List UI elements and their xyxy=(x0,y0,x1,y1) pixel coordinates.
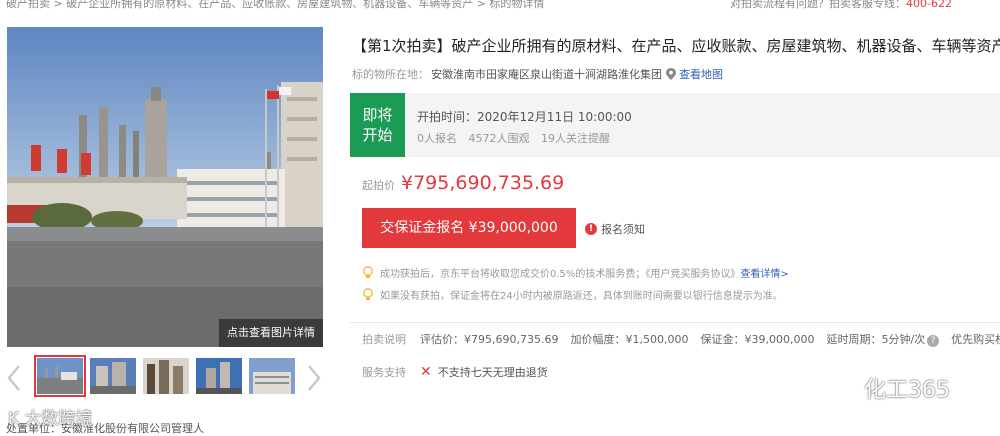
service-label: 服务支持 xyxy=(362,366,406,379)
auction-stats: 0人报名 4572人围观 19人关注提醒 xyxy=(417,130,618,146)
start-time: 开拍时间：2020年12月11日 10:00:00 xyxy=(417,110,632,124)
signup-notice-link[interactable]: ! 报名须知 xyxy=(585,221,645,237)
wechat-watermark: 化工365 xyxy=(820,372,950,404)
rules-label: 拍卖说明 xyxy=(362,333,406,346)
bid-increment: 加价幅度：¥1,500,000 xyxy=(570,333,689,346)
breadcrumb[interactable]: 破产拍卖 > 破产企业所拥有的原材料、在产品、应收账款、房屋建筑物、机器设备、车… xyxy=(6,0,544,10)
price-label: 起拍价 xyxy=(362,179,395,192)
thumbnail-strip xyxy=(6,355,326,402)
top-bar: 破产拍卖 > 破产企业所拥有的原材料、在产品、应收账款、房屋建筑物、机器设备、车… xyxy=(0,0,1000,10)
help-phone: 400-622 xyxy=(906,0,952,10)
thumbnail-5[interactable] xyxy=(249,358,295,394)
signup-count: 0人报名 xyxy=(417,132,457,145)
lightbulb-icon xyxy=(362,266,374,279)
status-badge-line1: 即将 xyxy=(362,106,393,124)
thumbnail-2[interactable] xyxy=(90,358,136,394)
notice-label: 报名须知 xyxy=(601,223,645,236)
prev-arrow-icon[interactable] xyxy=(6,364,22,392)
help-text: 对拍卖流程有问题？拍卖客服专线： xyxy=(730,0,906,10)
divider xyxy=(350,322,1000,323)
cross-icon: ✕ xyxy=(420,364,432,380)
deposit-amount: 保证金：¥39,000,000 xyxy=(700,333,815,346)
next-arrow-icon[interactable] xyxy=(306,364,322,392)
tip-deposit-refund: 如果没有获拍，保证金将在24小时内被原路返还，具体到账时间需要以银行信息提示为准… xyxy=(362,287,783,302)
location-value: 安徽淮南市田家庵区泉山街道十涧湖路淮化集团 xyxy=(431,68,662,81)
tip2-text: 如果没有获拍，保证金将在24小时内被原路返还，具体到账时间需要以银行信息提示为准… xyxy=(380,291,783,302)
alert-icon: ! xyxy=(585,223,597,235)
delay-text: 延时周期：5分钟/次 xyxy=(826,333,926,346)
main-photo[interactable]: 点击查看图片详情 xyxy=(7,27,323,347)
starting-price: 起拍价 ¥795,690,735.69 xyxy=(362,172,564,194)
thumbnail-3[interactable] xyxy=(143,358,189,394)
tip-service-fee: 成功获拍后，京东平台将收取您成交价0.5%的技术服务费；《用户竞买服务协议》 查… xyxy=(362,265,789,280)
priority-purchase: 优先购买权 xyxy=(951,333,1000,346)
thumbnail-1[interactable] xyxy=(34,355,86,397)
watermark-text: 化工365 xyxy=(864,378,950,403)
view-map-link[interactable]: 查看地图 xyxy=(679,66,723,82)
service-support: 服务支持 ✕ 不支持七天无理由退货 xyxy=(362,364,548,380)
delay-period: 延时周期：5分钟/次? xyxy=(826,331,940,347)
location-label: 标的物所在地： xyxy=(352,68,429,81)
view-details-link[interactable]: 查看详情> xyxy=(740,265,788,280)
thumbnail-4[interactable] xyxy=(196,358,242,394)
appraisal-price: 评估价：¥795,690,735.69 xyxy=(420,333,559,346)
auction-status-panel: 即将 开始 开拍时间：2020年12月11日 10:00:00 0人报名 457… xyxy=(350,93,1000,157)
deposit-signup-button[interactable]: 交保证金报名 ¥39,000,000 xyxy=(362,208,576,248)
status-badge-line2: 开始 xyxy=(362,126,393,144)
view-count: 4572人围观 xyxy=(468,132,530,145)
no-return-text: 不支持七天无理由退货 xyxy=(437,366,548,379)
auction-title: 【第1次拍卖】破产企业所拥有的原材料、在产品、应收账款、房屋建筑物、机器设备、车… xyxy=(352,37,1000,55)
reminder-count: 19人关注提醒 xyxy=(541,132,610,145)
item-location: 标的物所在地： 安徽淮南市田家庵区泉山街道十涧湖路淮化集团 查看地图 xyxy=(352,66,723,82)
wechat-icon xyxy=(820,375,855,400)
tip1-text: 成功获拍后，京东平台将收取您成交价0.5%的技术服务费；《用户竞买服务协议》 xyxy=(380,269,741,280)
status-badge: 即将 开始 xyxy=(350,93,405,157)
view-photo-details[interactable]: 点击查看图片详情 xyxy=(219,319,323,347)
lightbulb-icon xyxy=(362,288,374,301)
auction-rules: 拍卖说明 评估价：¥795,690,735.69 加价幅度：¥1,500,000… xyxy=(362,331,1000,347)
price-value: ¥795,690,735.69 xyxy=(401,172,565,194)
map-pin-icon xyxy=(666,68,676,80)
help-icon[interactable]: ? xyxy=(927,335,940,347)
watermark-logo: K 大数跨境 xyxy=(8,409,93,429)
factory-photo xyxy=(7,27,323,347)
help-hotline: 对拍卖流程有问题？拍卖客服专线：400-622 xyxy=(730,0,952,10)
